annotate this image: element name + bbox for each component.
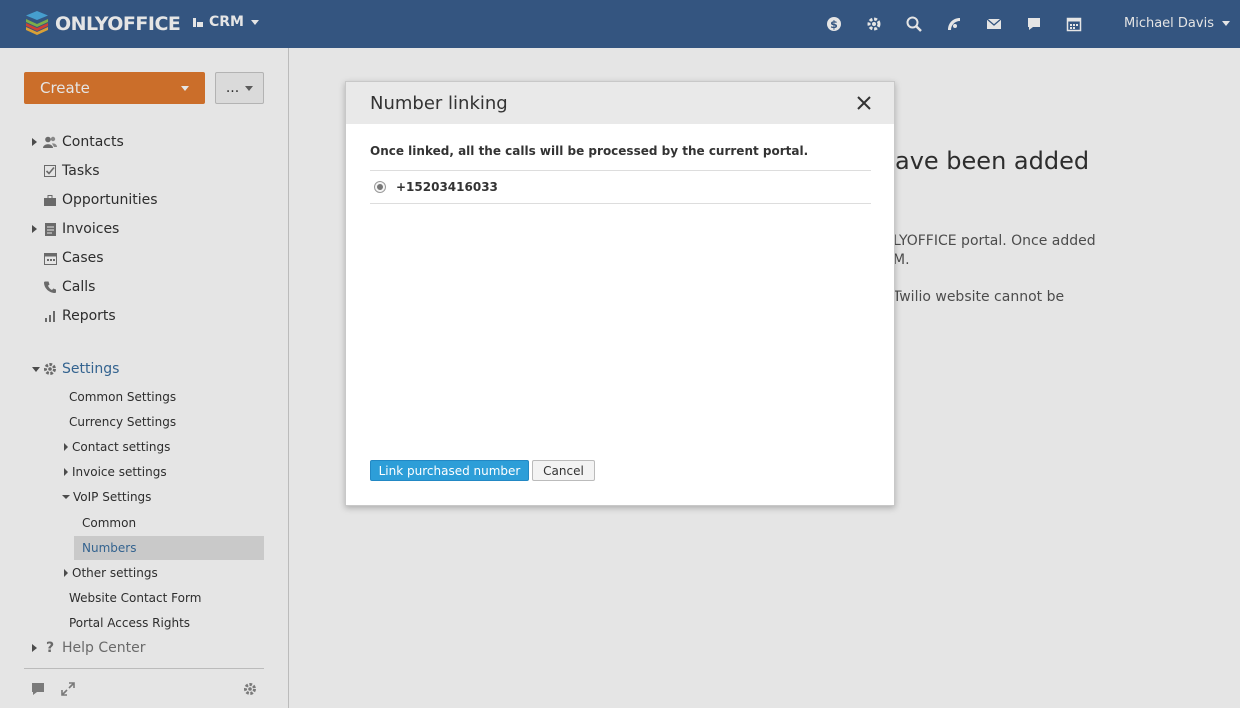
number-radio[interactable] [374, 181, 386, 193]
phone-number-option[interactable]: +15203416033 [370, 170, 871, 204]
number-linking-dialog: Number linking Once linked, all the call… [345, 81, 895, 506]
close-icon[interactable] [856, 95, 872, 111]
cancel-button[interactable]: Cancel [532, 460, 595, 481]
phone-number-label: +15203416033 [396, 180, 498, 194]
link-purchased-number-button[interactable]: Link purchased number [370, 460, 529, 481]
dialog-title: Number linking [370, 93, 508, 114]
dialog-header: Number linking [346, 82, 894, 124]
radio-selected-dot [377, 184, 383, 190]
dialog-description: Once linked, all the calls will be proce… [370, 144, 809, 158]
